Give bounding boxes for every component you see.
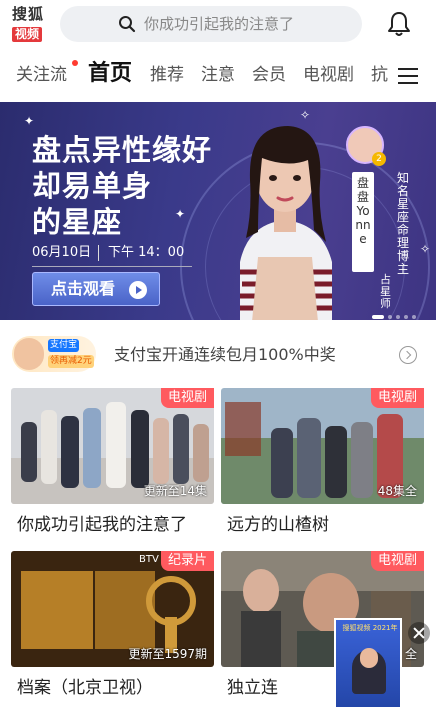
divider: [98, 245, 99, 261]
bell-icon[interactable]: [386, 10, 412, 38]
play-icon: [129, 281, 147, 299]
menu-icon[interactable]: [395, 66, 419, 86]
hero-banner[interactable]: ✦ ✦ ✧ ✧ 盘点异性缘好 却易单身 的星座 06月10日 下午 14：00 …: [0, 102, 436, 320]
category-tag: 电视剧: [160, 388, 214, 408]
tab-tv-series[interactable]: 电视剧: [303, 64, 354, 86]
host-photo: [240, 126, 332, 320]
channel-tabs: 关注流 首页 推荐 注意 会员 电视剧 抗: [0, 54, 436, 98]
video-title: 档案（北京卫视）: [17, 678, 153, 698]
banner-time: 下午 14：00: [108, 245, 185, 260]
tab-home[interactable]: 首页: [88, 60, 132, 88]
search-input[interactable]: 你成功引起我的注意了: [60, 6, 362, 42]
new-dot-badge: [72, 60, 78, 66]
floating-ad[interactable]: 搜狐视频 2021年: [334, 618, 402, 709]
logo-text-video: 视频: [12, 27, 43, 42]
video-title: 你成功引起我的注意了: [17, 515, 187, 535]
category-tag: 纪录片: [160, 551, 214, 571]
sparkle-icon: ✧: [420, 242, 431, 256]
tab-anti[interactable]: 抗: [371, 64, 388, 86]
banner-date: 06月10日: [32, 245, 92, 260]
promo-gift-label: 领再减2元: [48, 355, 94, 368]
sohu-video-logo[interactable]: 搜狐 视频: [12, 6, 48, 42]
logo-text-sohu: 搜狐: [12, 5, 45, 23]
top-header: 搜狐 视频 你成功引起我的注意了: [0, 0, 436, 50]
carousel-indicator: [372, 306, 420, 319]
ad-figure-face: [360, 648, 378, 668]
close-icon[interactable]: [408, 622, 430, 644]
category-tag: 电视剧: [370, 551, 424, 571]
watch-now-button[interactable]: 点击观看: [32, 272, 160, 306]
tab-follow[interactable]: 关注流: [16, 64, 67, 86]
alipay-badge: 支付宝: [48, 339, 80, 352]
host-name: 盘盘 Yonne: [355, 176, 371, 246]
host-name-card: 盘盘 Yonne: [352, 172, 374, 272]
promo-image: 支付宝 领再减2元: [12, 336, 96, 372]
promo-face: [14, 338, 44, 370]
promo-text: 支付宝开通连续包月100%中奖: [114, 345, 336, 364]
chevron-right-icon[interactable]: [399, 346, 417, 364]
video-title: 远方的山楂树: [227, 515, 329, 535]
video-title: 独立连: [227, 678, 278, 698]
watch-now-label: 点击观看: [51, 279, 116, 298]
episode-status: 更新至1597期: [128, 647, 207, 661]
episode-status: 48集全: [377, 484, 417, 498]
host-avatar: 2: [346, 126, 386, 166]
level-badge: 2: [372, 152, 386, 166]
alipay-promo[interactable]: 支付宝 领再减2元 支付宝开通连续包月100%中奖: [0, 332, 436, 380]
divider: [32, 266, 192, 267]
host-title: 知名星座命理博主: [396, 171, 409, 276]
episode-status: 全: [404, 647, 417, 661]
search-icon: [119, 16, 136, 33]
tab-recommend[interactable]: 推荐: [150, 64, 184, 86]
episode-status: 更新至14集: [143, 484, 207, 498]
search-placeholder: 你成功引起我的注意了: [144, 15, 295, 33]
floating-ad-caption: 搜狐视频 2021年: [342, 624, 398, 632]
tab-vip[interactable]: 会员: [252, 64, 286, 86]
tab-attention[interactable]: 注意: [201, 64, 235, 86]
channel-logo: BTV: [139, 554, 159, 565]
host-role: 占星师: [380, 273, 391, 310]
sparkle-icon: ✦: [24, 114, 35, 128]
category-tag: 电视剧: [370, 388, 424, 408]
